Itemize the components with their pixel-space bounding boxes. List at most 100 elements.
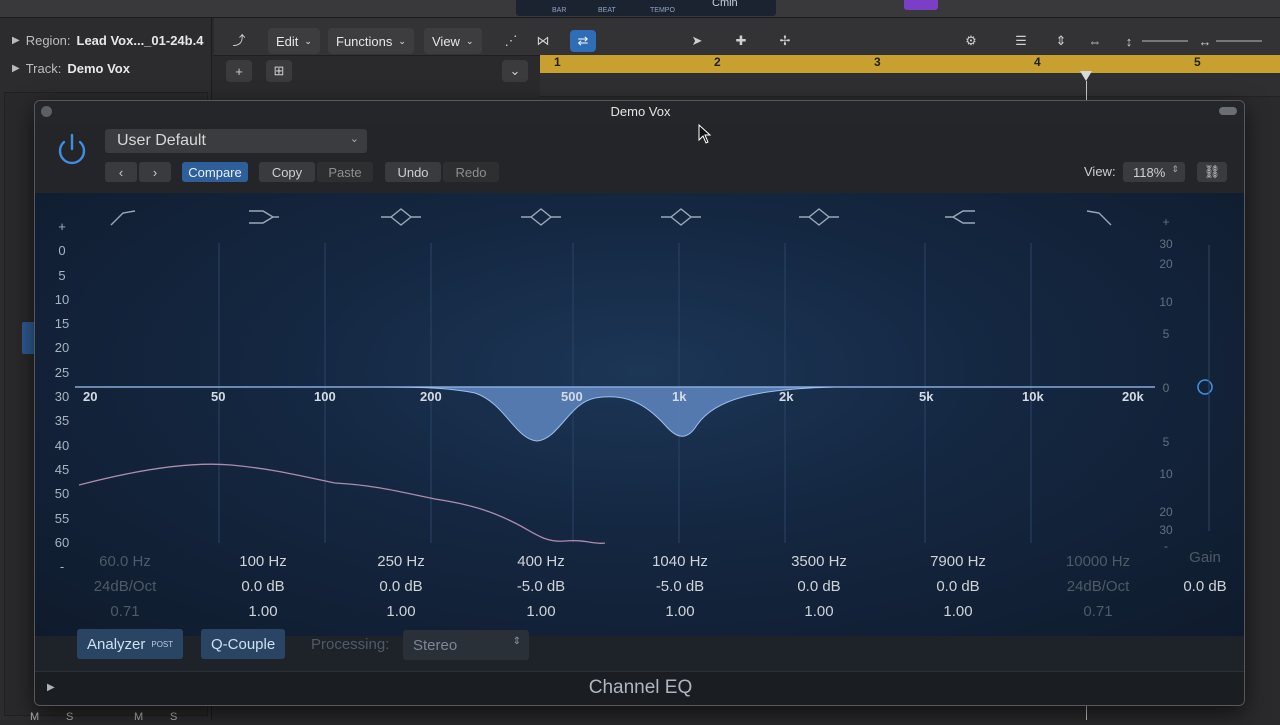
band-frequency[interactable]: 100 Hz xyxy=(203,549,323,574)
functions-menu[interactable]: Functions ⌄ xyxy=(328,28,414,54)
band-gain[interactable]: 0.0 dB xyxy=(203,574,323,599)
band-frequency[interactable]: 7900 Hz xyxy=(898,549,1018,574)
solo-button[interactable]: S xyxy=(66,711,84,725)
scale-label: 30 xyxy=(1159,237,1173,251)
horizontal-zoom-slider[interactable] xyxy=(1216,40,1262,42)
region-row[interactable]: ▶ Region: Lead Vox..._01-24b.4 xyxy=(0,27,212,53)
automation-icon[interactable]: ⋰ xyxy=(498,30,524,52)
band-2-params[interactable]: 100 Hz 0.0 dB 1.00 xyxy=(203,549,323,624)
catch-icon[interactable]: ⇄ xyxy=(570,30,596,52)
band-4-params[interactable]: 400 Hz -5.0 dB 1.00 xyxy=(481,549,601,624)
scale-label: 5 xyxy=(58,267,66,283)
band-gain[interactable]: -5.0 dB xyxy=(620,574,740,599)
band-gain[interactable]: 0.0 dB xyxy=(898,574,1018,599)
track-row[interactable]: ▶ Track: Demo Vox xyxy=(0,55,212,81)
band-q[interactable]: 1.00 xyxy=(481,599,601,624)
bell-band-icon[interactable] xyxy=(799,208,839,226)
band-frequency[interactable]: 400 Hz xyxy=(481,549,601,574)
scale-label: 35 xyxy=(54,413,70,429)
preset-name: User Default xyxy=(117,132,206,149)
solo-button[interactable]: S xyxy=(170,711,188,725)
edit-menu[interactable]: Edit ⌄ xyxy=(268,28,320,54)
horizontal-zoom-icon[interactable]: ↔ xyxy=(1192,30,1218,52)
band-frequency[interactable]: 3500 Hz xyxy=(759,549,879,574)
scale-label: 15 xyxy=(54,316,70,332)
lowpass-band-icon[interactable] xyxy=(1086,210,1112,226)
band-gain[interactable]: -5.0 dB xyxy=(481,574,601,599)
view-menu[interactable]: View ⌄ xyxy=(424,28,482,54)
preset-menu[interactable]: User Default ⌄ xyxy=(105,129,367,153)
band-gain[interactable]: 0.0 dB xyxy=(341,574,461,599)
band-7-params[interactable]: 7900 Hz 0.0 dB 1.00 xyxy=(898,549,1018,624)
analyzer-button[interactable]: Analyzer POST xyxy=(77,629,184,659)
previous-preset-button[interactable]: ‹ xyxy=(105,162,137,182)
band-frequency[interactable]: 10000 Hz xyxy=(1038,549,1158,574)
highpass-band-icon[interactable] xyxy=(110,210,136,226)
gain-value[interactable]: 0.0 dB xyxy=(1165,574,1244,599)
band-q[interactable]: 0.71 xyxy=(1038,599,1158,624)
band-8-params[interactable]: 10000 Hz 24dB/Oct 0.71 xyxy=(1038,549,1158,624)
bell-band-icon[interactable] xyxy=(521,208,561,226)
band-frequency[interactable]: 60.0 Hz xyxy=(65,549,185,574)
bar-number: 2 xyxy=(714,55,721,69)
add-folder-icon[interactable]: ⊞ xyxy=(266,60,292,82)
scale-label: 45 xyxy=(54,461,70,477)
processing-select[interactable]: Stereo ⇕ xyxy=(403,630,529,660)
q-couple-button[interactable]: Q-Couple xyxy=(201,629,286,659)
ruler-ticks xyxy=(540,73,1280,97)
band-1-params[interactable]: 60.0 Hz 24dB/Oct 0.71 xyxy=(65,549,185,624)
gear-icon[interactable]: ⚙ xyxy=(958,30,984,52)
next-preset-button[interactable]: › xyxy=(139,162,171,182)
add-track-icon[interactable]: + xyxy=(226,60,252,82)
bar-ruler[interactable] xyxy=(540,55,1280,73)
lcd-display[interactable]: BAR BEAT TEMPO Cmin xyxy=(516,0,776,16)
mute-button[interactable]: M xyxy=(30,711,48,725)
view-zoom-select[interactable]: 118% ⇕ xyxy=(1123,162,1185,182)
stepper-icon: ⇕ xyxy=(512,636,521,647)
band-q[interactable]: 1.00 xyxy=(620,599,740,624)
band-q[interactable]: 1.00 xyxy=(341,599,461,624)
band-frequency[interactable]: 1040 Hz xyxy=(620,549,740,574)
compare-button[interactable]: Compare xyxy=(182,162,248,182)
vertical-zoom-icon[interactable]: ↕ xyxy=(1116,30,1142,52)
undo-button[interactable]: Undo xyxy=(385,162,441,182)
purple-toggle[interactable] xyxy=(904,0,938,10)
band-q[interactable]: 1.00 xyxy=(898,599,1018,624)
disclosure-triangle-icon[interactable]: ▶ xyxy=(12,35,20,46)
band-frequency[interactable]: 250 Hz xyxy=(341,549,461,574)
waveform-zoom-icon[interactable]: ☰ xyxy=(1008,30,1034,52)
vertical-zoom-slider[interactable] xyxy=(1142,40,1188,42)
plugin-name: Channel EQ xyxy=(588,677,693,698)
disclosure-triangle-icon[interactable]: ▶ xyxy=(12,63,20,74)
redo-button[interactable]: Redo xyxy=(443,162,499,182)
fit-horizontal-icon[interactable]: ⇔ xyxy=(1082,30,1108,52)
flex-icon[interactable]: ⋈ xyxy=(530,30,556,52)
band-q[interactable]: 1.00 xyxy=(203,599,323,624)
paste-button[interactable]: Paste xyxy=(317,162,373,182)
highshelf-band-icon[interactable] xyxy=(945,210,975,224)
bar-number: 1 xyxy=(554,55,561,69)
band-gain[interactable]: 0.0 dB xyxy=(759,574,879,599)
band-gain[interactable]: 24dB/Oct xyxy=(65,574,185,599)
pencil-tool-icon[interactable]: ✚ xyxy=(728,30,754,52)
mute-button[interactable]: M xyxy=(134,711,152,725)
power-icon[interactable] xyxy=(53,131,91,169)
band-3-params[interactable]: 250 Hz 0.0 dB 1.00 xyxy=(341,549,461,624)
collapse-icon[interactable]: ⌄ xyxy=(502,60,528,82)
band-gain[interactable]: 24dB/Oct xyxy=(1038,574,1158,599)
window-resize-button[interactable] xyxy=(1219,107,1237,115)
copy-button[interactable]: Copy xyxy=(259,162,315,182)
scale-label: 10 xyxy=(1159,295,1173,309)
band-q[interactable]: 0.71 xyxy=(65,599,185,624)
link-icon[interactable]: ⛓ xyxy=(1197,162,1227,182)
marquee-tool-icon[interactable]: ✢ xyxy=(772,30,798,52)
bell-band-icon[interactable] xyxy=(381,208,421,226)
band-q[interactable]: 1.00 xyxy=(759,599,879,624)
band-6-params[interactable]: 3500 Hz 0.0 dB 1.00 xyxy=(759,549,879,624)
pointer-tool-icon[interactable]: ➤ xyxy=(684,30,710,52)
band-5-params[interactable]: 1040 Hz -5.0 dB 1.00 xyxy=(620,549,740,624)
bell-band-icon[interactable] xyxy=(661,208,701,226)
fit-vertical-icon[interactable]: ⇕ xyxy=(1048,30,1074,52)
back-arrow-icon[interactable]: ⤴ xyxy=(226,28,252,50)
close-window-button[interactable] xyxy=(41,106,52,117)
